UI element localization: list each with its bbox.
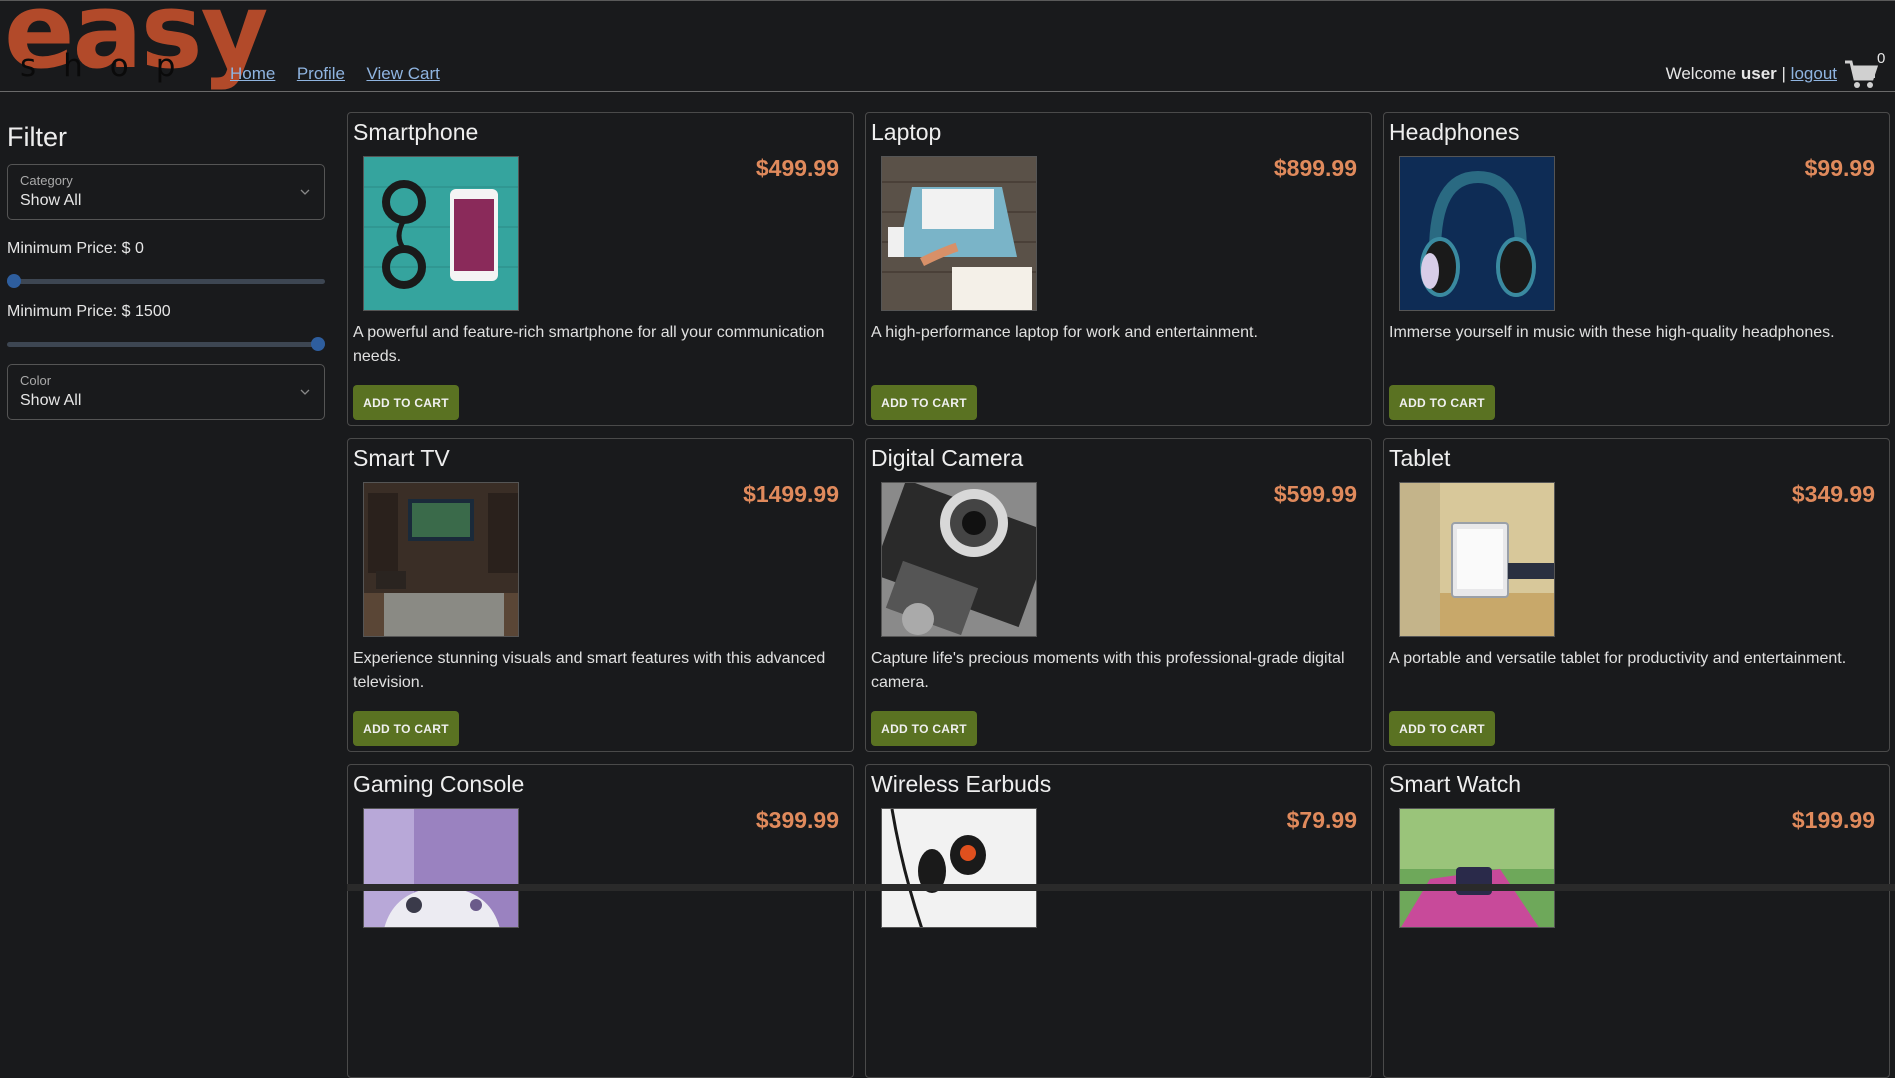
logout-link[interactable]: logout [1791, 64, 1837, 83]
category-select[interactable]: Category Show All [7, 164, 325, 220]
product-price: $99.99 [1804, 155, 1875, 181]
product-image [881, 156, 1037, 311]
product-image [363, 808, 519, 928]
chevron-down-icon [300, 389, 310, 395]
product-name: Smart TV [353, 445, 450, 471]
product-price: $1499.99 [743, 481, 839, 507]
horizontal-scrollbar[interactable] [347, 884, 1895, 891]
product-name: Smart Watch [1389, 771, 1522, 797]
product-card: Laptop $899.99 A high-performance laptop… [865, 112, 1372, 426]
add-to-cart-button[interactable]: ADD TO CART [1389, 711, 1495, 746]
product-price: $199.99 [1791, 807, 1875, 833]
max-price-label: Minimum Price: $ 1500 [7, 303, 171, 320]
add-to-cart-button[interactable]: ADD TO CART [871, 385, 977, 420]
add-to-cart-button[interactable]: ADD TO CART [353, 385, 459, 420]
color-select[interactable]: Color Show All [7, 364, 325, 420]
nav-profile-link[interactable]: Profile [297, 64, 345, 83]
separator: | [1776, 64, 1791, 83]
product-card: Headphones $99.99 Immerse yourself in mu… [1383, 112, 1890, 426]
logo-sub-text: shop [20, 48, 203, 84]
product-price: $349.99 [1791, 481, 1875, 507]
product-name: Headphones [1389, 119, 1520, 145]
category-value: Show All [20, 192, 82, 209]
nav-home-link[interactable]: Home [230, 64, 275, 83]
easyshop-logo[interactable]: easy shop [4, 0, 268, 89]
product-price: $399.99 [755, 807, 839, 833]
product-description: A powerful and feature-rich smartphone f… [353, 324, 825, 365]
add-to-cart-button[interactable]: ADD TO CART [1389, 385, 1495, 420]
product-card: Digital Camera $599.99 Capture life's pr… [865, 438, 1372, 752]
nav-view-cart-link[interactable]: View Cart [366, 64, 439, 83]
product-image [363, 156, 519, 311]
product-price: $899.99 [1273, 155, 1357, 181]
product-name: Gaming Console [353, 771, 525, 797]
min-price-thumb[interactable] [7, 274, 21, 288]
product-price: $79.99 [1286, 807, 1357, 833]
cart-count: 0 [1877, 50, 1886, 67]
product-image [1399, 156, 1555, 311]
product-image [881, 482, 1037, 637]
chevron-down-icon [300, 189, 310, 195]
filter-title: Filter [7, 122, 67, 152]
product-image [1399, 808, 1555, 928]
add-to-cart-button[interactable]: ADD TO CART [353, 711, 459, 746]
product-image [1399, 482, 1555, 637]
product-name: Wireless Earbuds [871, 771, 1052, 797]
product-description: Experience stunning visuals and smart fe… [353, 650, 826, 691]
cart-icon[interactable] [1844, 59, 1878, 89]
product-card: Smartphone $499.99 A powerful and featur… [347, 112, 854, 426]
product-name: Digital Camera [871, 445, 1024, 471]
max-price-slider[interactable] [7, 337, 325, 351]
product-description: Immerse yourself in music with these hig… [1389, 324, 1835, 341]
product-image [881, 808, 1037, 928]
product-name: Smartphone [353, 119, 479, 145]
header: easy shop Home Profile View Cart Welcome… [0, 0, 1895, 92]
main-nav: Home Profile View Cart [230, 64, 457, 84]
product-card: Wireless Earbuds $79.99 [865, 764, 1372, 1078]
product-description: A high-performance laptop for work and e… [871, 324, 1258, 341]
min-price-slider[interactable] [7, 274, 325, 288]
username: user [1740, 64, 1777, 83]
product-name: Tablet [1389, 445, 1451, 471]
category-label: Category [20, 173, 73, 188]
product-image [363, 482, 519, 637]
product-card: Tablet $349.99 A portable and versatile … [1383, 438, 1890, 752]
product-name: Laptop [871, 119, 942, 145]
min-price-label: Minimum Price: $ 0 [7, 240, 144, 257]
add-to-cart-button[interactable]: ADD TO CART [871, 711, 977, 746]
product-card: Smart TV $1499.99 Experience stunning vi… [347, 438, 854, 752]
product-price: $499.99 [755, 155, 839, 181]
max-price-track [7, 342, 325, 347]
product-card: Gaming Console $399.99 [347, 764, 854, 1078]
user-box: Welcome user | logout [1666, 64, 1837, 84]
welcome-text: Welcome [1665, 64, 1741, 83]
color-label: Color [20, 373, 52, 388]
max-price-thumb[interactable] [311, 337, 325, 351]
min-price-track [7, 279, 325, 284]
product-description: A portable and versatile tablet for prod… [1389, 650, 1847, 667]
product-price: $599.99 [1273, 481, 1357, 507]
product-card: Smart Watch $199.99 [1383, 764, 1890, 1078]
color-value: Show All [20, 392, 82, 409]
product-description: Capture life's precious moments with thi… [871, 650, 1345, 691]
